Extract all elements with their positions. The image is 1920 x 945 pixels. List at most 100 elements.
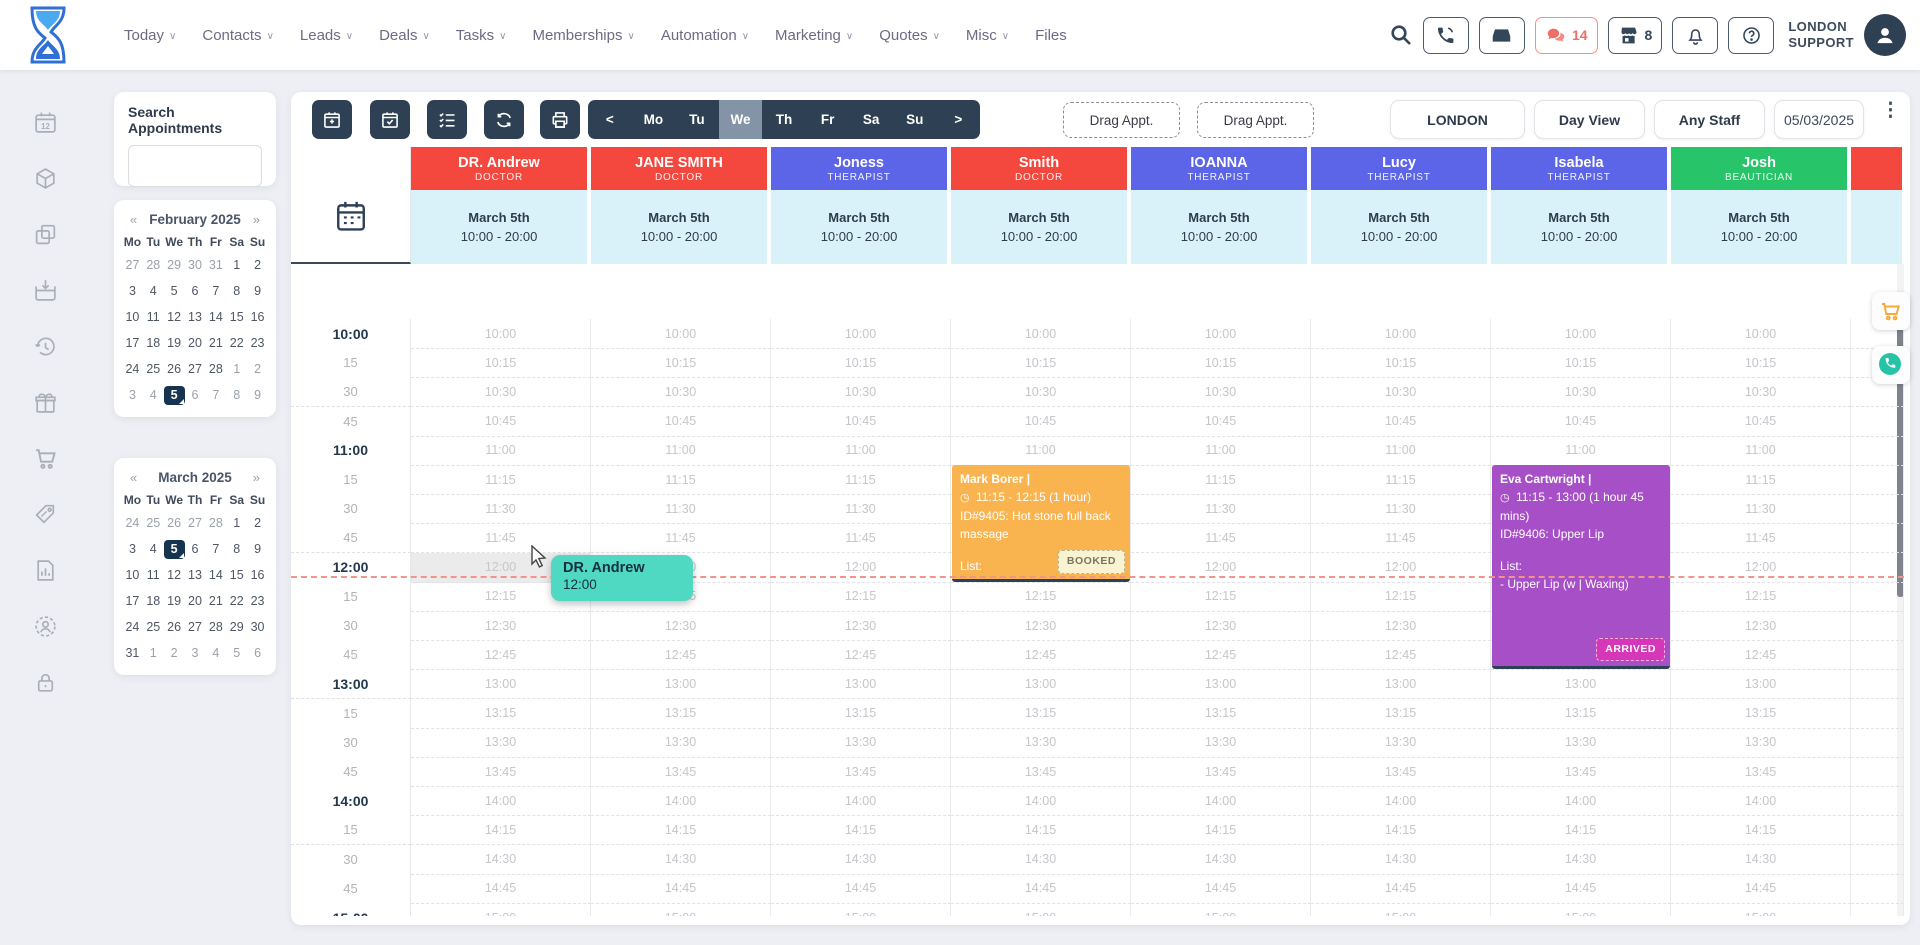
calendar-day[interactable]: 25 xyxy=(143,618,164,637)
prev-day-button[interactable]: < xyxy=(588,100,632,139)
time-slot[interactable]: 14:15 xyxy=(1311,815,1491,845)
app-logo-hourglass-icon[interactable] xyxy=(26,6,70,64)
time-slot[interactable]: 10:30 xyxy=(591,377,771,407)
time-slot[interactable] xyxy=(1851,845,1904,875)
time-slot[interactable] xyxy=(1851,640,1904,670)
time-slot[interactable]: 14:30 xyxy=(771,845,951,875)
time-slot[interactable]: 14:45 xyxy=(1131,874,1311,904)
calendar-day[interactable]: 4 xyxy=(143,540,164,559)
time-slot[interactable]: 13:30 xyxy=(1311,728,1491,758)
calendar-day[interactable]: 30 xyxy=(247,618,268,637)
time-slot[interactable]: 12:00 xyxy=(1311,553,1491,583)
calendar-day[interactable]: 20 xyxy=(185,592,206,611)
time-slot[interactable]: 12:30 xyxy=(1671,611,1851,641)
time-slot[interactable]: 14:15 xyxy=(1671,815,1851,845)
time-slot[interactable]: 13:15 xyxy=(951,699,1131,729)
time-slot[interactable]: 10:30 xyxy=(951,377,1131,407)
time-slot[interactable] xyxy=(1851,611,1904,641)
time-slot[interactable]: 10:00 xyxy=(591,319,771,349)
time-slot[interactable]: 10:00 xyxy=(1311,319,1491,349)
history-icon[interactable] xyxy=(33,334,58,359)
time-slot[interactable]: 13:15 xyxy=(771,699,951,729)
weekday-su[interactable]: Su xyxy=(893,100,937,139)
time-slot[interactable]: 13:00 xyxy=(1491,669,1671,699)
calendar-day[interactable]: 6 xyxy=(185,540,206,559)
time-slot[interactable]: 12:30 xyxy=(771,611,951,641)
next-month-button[interactable]: » xyxy=(251,470,262,485)
calendar-day[interactable]: 22 xyxy=(226,592,247,611)
calendar-plus-button[interactable] xyxy=(312,100,352,139)
time-slot[interactable]: 13:45 xyxy=(411,757,591,787)
calendar-day[interactable]: 2 xyxy=(247,514,268,533)
time-slot[interactable]: 13:15 xyxy=(1671,699,1851,729)
time-slot[interactable]: 11:30 xyxy=(1131,494,1311,524)
time-slot[interactable]: 14:30 xyxy=(591,845,771,875)
time-slot[interactable]: 13:00 xyxy=(771,669,951,699)
time-slot[interactable]: 14:15 xyxy=(1491,815,1671,845)
calendar-day[interactable]: 11 xyxy=(143,566,164,585)
calendar-day[interactable]: 22 xyxy=(226,334,247,353)
calendar-day[interactable]: 12 xyxy=(164,566,185,585)
time-slot[interactable]: 11:00 xyxy=(591,436,771,466)
time-slot[interactable] xyxy=(1851,523,1904,553)
time-slot[interactable]: 13:15 xyxy=(411,699,591,729)
calendar-day[interactable]: 3 xyxy=(122,386,143,405)
calendar-day[interactable]: 27 xyxy=(185,514,206,533)
time-slot[interactable]: 10:15 xyxy=(951,348,1131,378)
calendar-check-button[interactable] xyxy=(370,100,410,139)
calendar-day[interactable]: 4 xyxy=(143,282,164,301)
weekday-mo[interactable]: Mo xyxy=(632,100,676,139)
discount-tag-icon[interactable] xyxy=(33,502,58,527)
time-slot[interactable]: 11:45 xyxy=(1311,523,1491,553)
next-day-button[interactable]: > xyxy=(937,100,981,139)
time-slot[interactable]: 15:00 xyxy=(591,903,771,916)
time-slot[interactable]: 12:30 xyxy=(1131,611,1311,641)
staff-column-header-isabela[interactable]: IsabelaTHERAPIST xyxy=(1491,147,1669,190)
calendar-day[interactable]: 19 xyxy=(164,334,185,353)
time-slot[interactable]: 11:15 xyxy=(1311,465,1491,495)
time-slot[interactable]: 10:45 xyxy=(1671,407,1851,437)
time-slot[interactable]: 10:45 xyxy=(591,407,771,437)
time-slot[interactable]: 10:30 xyxy=(1311,377,1491,407)
calendar-day[interactable]: 28 xyxy=(205,360,226,379)
inbox-button[interactable] xyxy=(1479,17,1525,54)
time-slot[interactable]: 13:30 xyxy=(591,728,771,758)
time-slot[interactable]: 13:15 xyxy=(591,699,771,729)
nav-item-marketing[interactable]: Marketing∨ xyxy=(775,27,853,44)
calendar-day[interactable]: 25 xyxy=(143,514,164,533)
time-slot[interactable]: 11:30 xyxy=(1311,494,1491,524)
time-slot[interactable]: 15:00 xyxy=(951,903,1131,916)
calendar-day[interactable]: 14 xyxy=(205,308,226,327)
calendar-day[interactable]: 18 xyxy=(143,334,164,353)
time-slot[interactable]: 12:15 xyxy=(1671,582,1851,612)
time-slot[interactable]: 13:00 xyxy=(1311,669,1491,699)
calendar-day[interactable]: 16 xyxy=(247,308,268,327)
staff-column-header-lucy[interactable]: LucyTHERAPIST xyxy=(1311,147,1489,190)
time-slot[interactable] xyxy=(1851,494,1904,524)
time-slot[interactable] xyxy=(1851,465,1904,495)
time-slot[interactable]: 12:45 xyxy=(1131,640,1311,670)
gift-icon[interactable] xyxy=(33,390,58,415)
time-slot[interactable]: 12:15 xyxy=(1131,582,1311,612)
bell-button[interactable] xyxy=(1672,17,1718,54)
calendar-day[interactable]: 30 xyxy=(185,256,206,275)
time-slot[interactable]: 10:30 xyxy=(1491,377,1671,407)
time-slot[interactable]: 14:15 xyxy=(951,815,1131,845)
time-slot[interactable] xyxy=(1851,903,1904,916)
more-options-button[interactable]: ⋮ xyxy=(1881,106,1895,115)
time-slot[interactable]: 10:15 xyxy=(591,348,771,378)
staff-filter-select[interactable]: Any Staff xyxy=(1654,100,1765,139)
time-slot[interactable]: 12:45 xyxy=(591,640,771,670)
calendar-day[interactable]: 29 xyxy=(226,618,247,637)
time-slot[interactable]: 12:45 xyxy=(951,640,1131,670)
time-slot[interactable]: 14:45 xyxy=(1491,874,1671,904)
time-slot[interactable]: 10:30 xyxy=(411,377,591,407)
calendar-day[interactable]: 12 xyxy=(164,308,185,327)
view-select[interactable]: Day View xyxy=(1534,100,1645,139)
calendar-day[interactable]: 23 xyxy=(247,334,268,353)
time-slot[interactable]: 14:15 xyxy=(771,815,951,845)
time-slot[interactable]: 13:45 xyxy=(1671,757,1851,787)
time-slot[interactable]: 11:45 xyxy=(411,523,591,553)
time-slot[interactable]: 13:45 xyxy=(771,757,951,787)
time-slot[interactable] xyxy=(1851,407,1904,437)
